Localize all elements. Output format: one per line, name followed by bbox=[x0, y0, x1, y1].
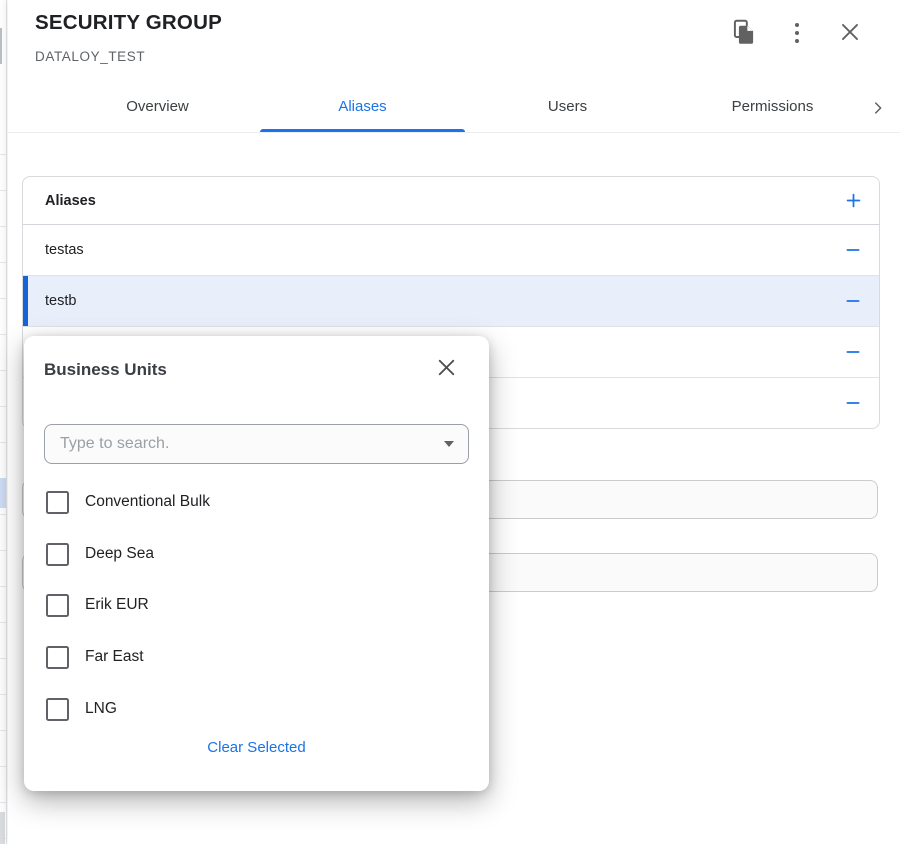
tab-permissions[interactable]: Permissions bbox=[670, 84, 875, 132]
tabs: Overview Aliases Users Permissions bbox=[55, 84, 875, 132]
tab-aliases-label: Aliases bbox=[338, 98, 386, 115]
close-icon bbox=[434, 355, 459, 383]
dropdown-caret-icon[interactable] bbox=[444, 441, 454, 447]
checkbox[interactable] bbox=[46, 646, 69, 669]
aliases-panel-header: Aliases bbox=[23, 177, 879, 225]
option-label: Conventional Bulk bbox=[85, 493, 210, 511]
add-alias-button[interactable] bbox=[843, 191, 863, 211]
alias-label: testas bbox=[45, 242, 84, 258]
business-unit-search-combobox[interactable] bbox=[44, 424, 469, 464]
chevron-right-icon bbox=[869, 99, 887, 117]
popup-title: Business Units bbox=[44, 360, 167, 380]
close-panel-button[interactable] bbox=[836, 19, 864, 47]
tab-aliases[interactable]: Aliases bbox=[260, 84, 465, 132]
search-input[interactable] bbox=[58, 434, 434, 454]
tabs-overflow-chevron[interactable] bbox=[866, 96, 890, 120]
remove-alias-button[interactable] bbox=[843, 393, 863, 413]
copy-button[interactable] bbox=[730, 19, 758, 47]
background-footer-strip bbox=[0, 812, 5, 844]
panel-left-divider bbox=[6, 0, 7, 844]
tab-users-label: Users bbox=[548, 98, 587, 115]
checkbox[interactable] bbox=[46, 543, 69, 566]
background-page-strip bbox=[0, 0, 8, 844]
page-subtitle: DATALOY_TEST bbox=[35, 49, 145, 64]
minus-icon bbox=[844, 241, 862, 259]
minus-icon bbox=[844, 394, 862, 412]
tab-overview[interactable]: Overview bbox=[55, 84, 260, 132]
clear-selected-container: Clear Selected bbox=[24, 739, 489, 757]
option-far-east[interactable]: Far East bbox=[46, 645, 144, 669]
option-label: LNG bbox=[85, 700, 117, 718]
plus-icon bbox=[844, 191, 863, 210]
selected-row-indicator bbox=[23, 276, 28, 326]
background-scrollbar bbox=[0, 28, 2, 64]
aliases-panel-title: Aliases bbox=[45, 193, 96, 209]
option-lng[interactable]: LNG bbox=[46, 697, 117, 721]
alias-label: testb bbox=[45, 293, 76, 309]
checkbox[interactable] bbox=[46, 491, 69, 514]
remove-alias-button[interactable] bbox=[843, 291, 863, 311]
minus-icon bbox=[844, 292, 862, 310]
tab-permissions-label: Permissions bbox=[732, 98, 814, 115]
alias-row-selected[interactable]: testb bbox=[23, 275, 879, 326]
close-icon bbox=[837, 19, 863, 48]
more-options-button[interactable] bbox=[783, 19, 811, 47]
option-label: Erik EUR bbox=[85, 596, 149, 614]
option-label: Far East bbox=[85, 648, 144, 666]
tab-users[interactable]: Users bbox=[465, 84, 670, 132]
kebab-menu-icon bbox=[795, 23, 800, 44]
option-erik-eur[interactable]: Erik EUR bbox=[46, 593, 149, 617]
copy-icon bbox=[731, 19, 757, 48]
security-group-panel: SECURITY GROUP DATALOY_TEST bbox=[8, 0, 900, 844]
checkbox[interactable] bbox=[46, 594, 69, 617]
tab-overview-label: Overview bbox=[126, 98, 189, 115]
active-tab-underline bbox=[260, 129, 465, 132]
page-title: SECURITY GROUP bbox=[35, 11, 222, 35]
tab-bar: Overview Aliases Users Permissions bbox=[8, 84, 900, 133]
minus-icon bbox=[844, 343, 862, 361]
remove-alias-button[interactable] bbox=[843, 240, 863, 260]
option-label: Deep Sea bbox=[85, 545, 154, 563]
business-units-popup: Business Units Conventional Bulk Deep Se… bbox=[24, 336, 489, 791]
option-conventional-bulk[interactable]: Conventional Bulk bbox=[46, 490, 210, 514]
alias-row[interactable]: testas bbox=[23, 225, 879, 275]
checkbox[interactable] bbox=[46, 698, 69, 721]
header-actions bbox=[730, 19, 864, 47]
popup-close-button[interactable] bbox=[433, 356, 459, 382]
clear-selected-link[interactable]: Clear Selected bbox=[207, 739, 305, 756]
remove-alias-button[interactable] bbox=[843, 342, 863, 362]
option-deep-sea[interactable]: Deep Sea bbox=[46, 542, 154, 566]
